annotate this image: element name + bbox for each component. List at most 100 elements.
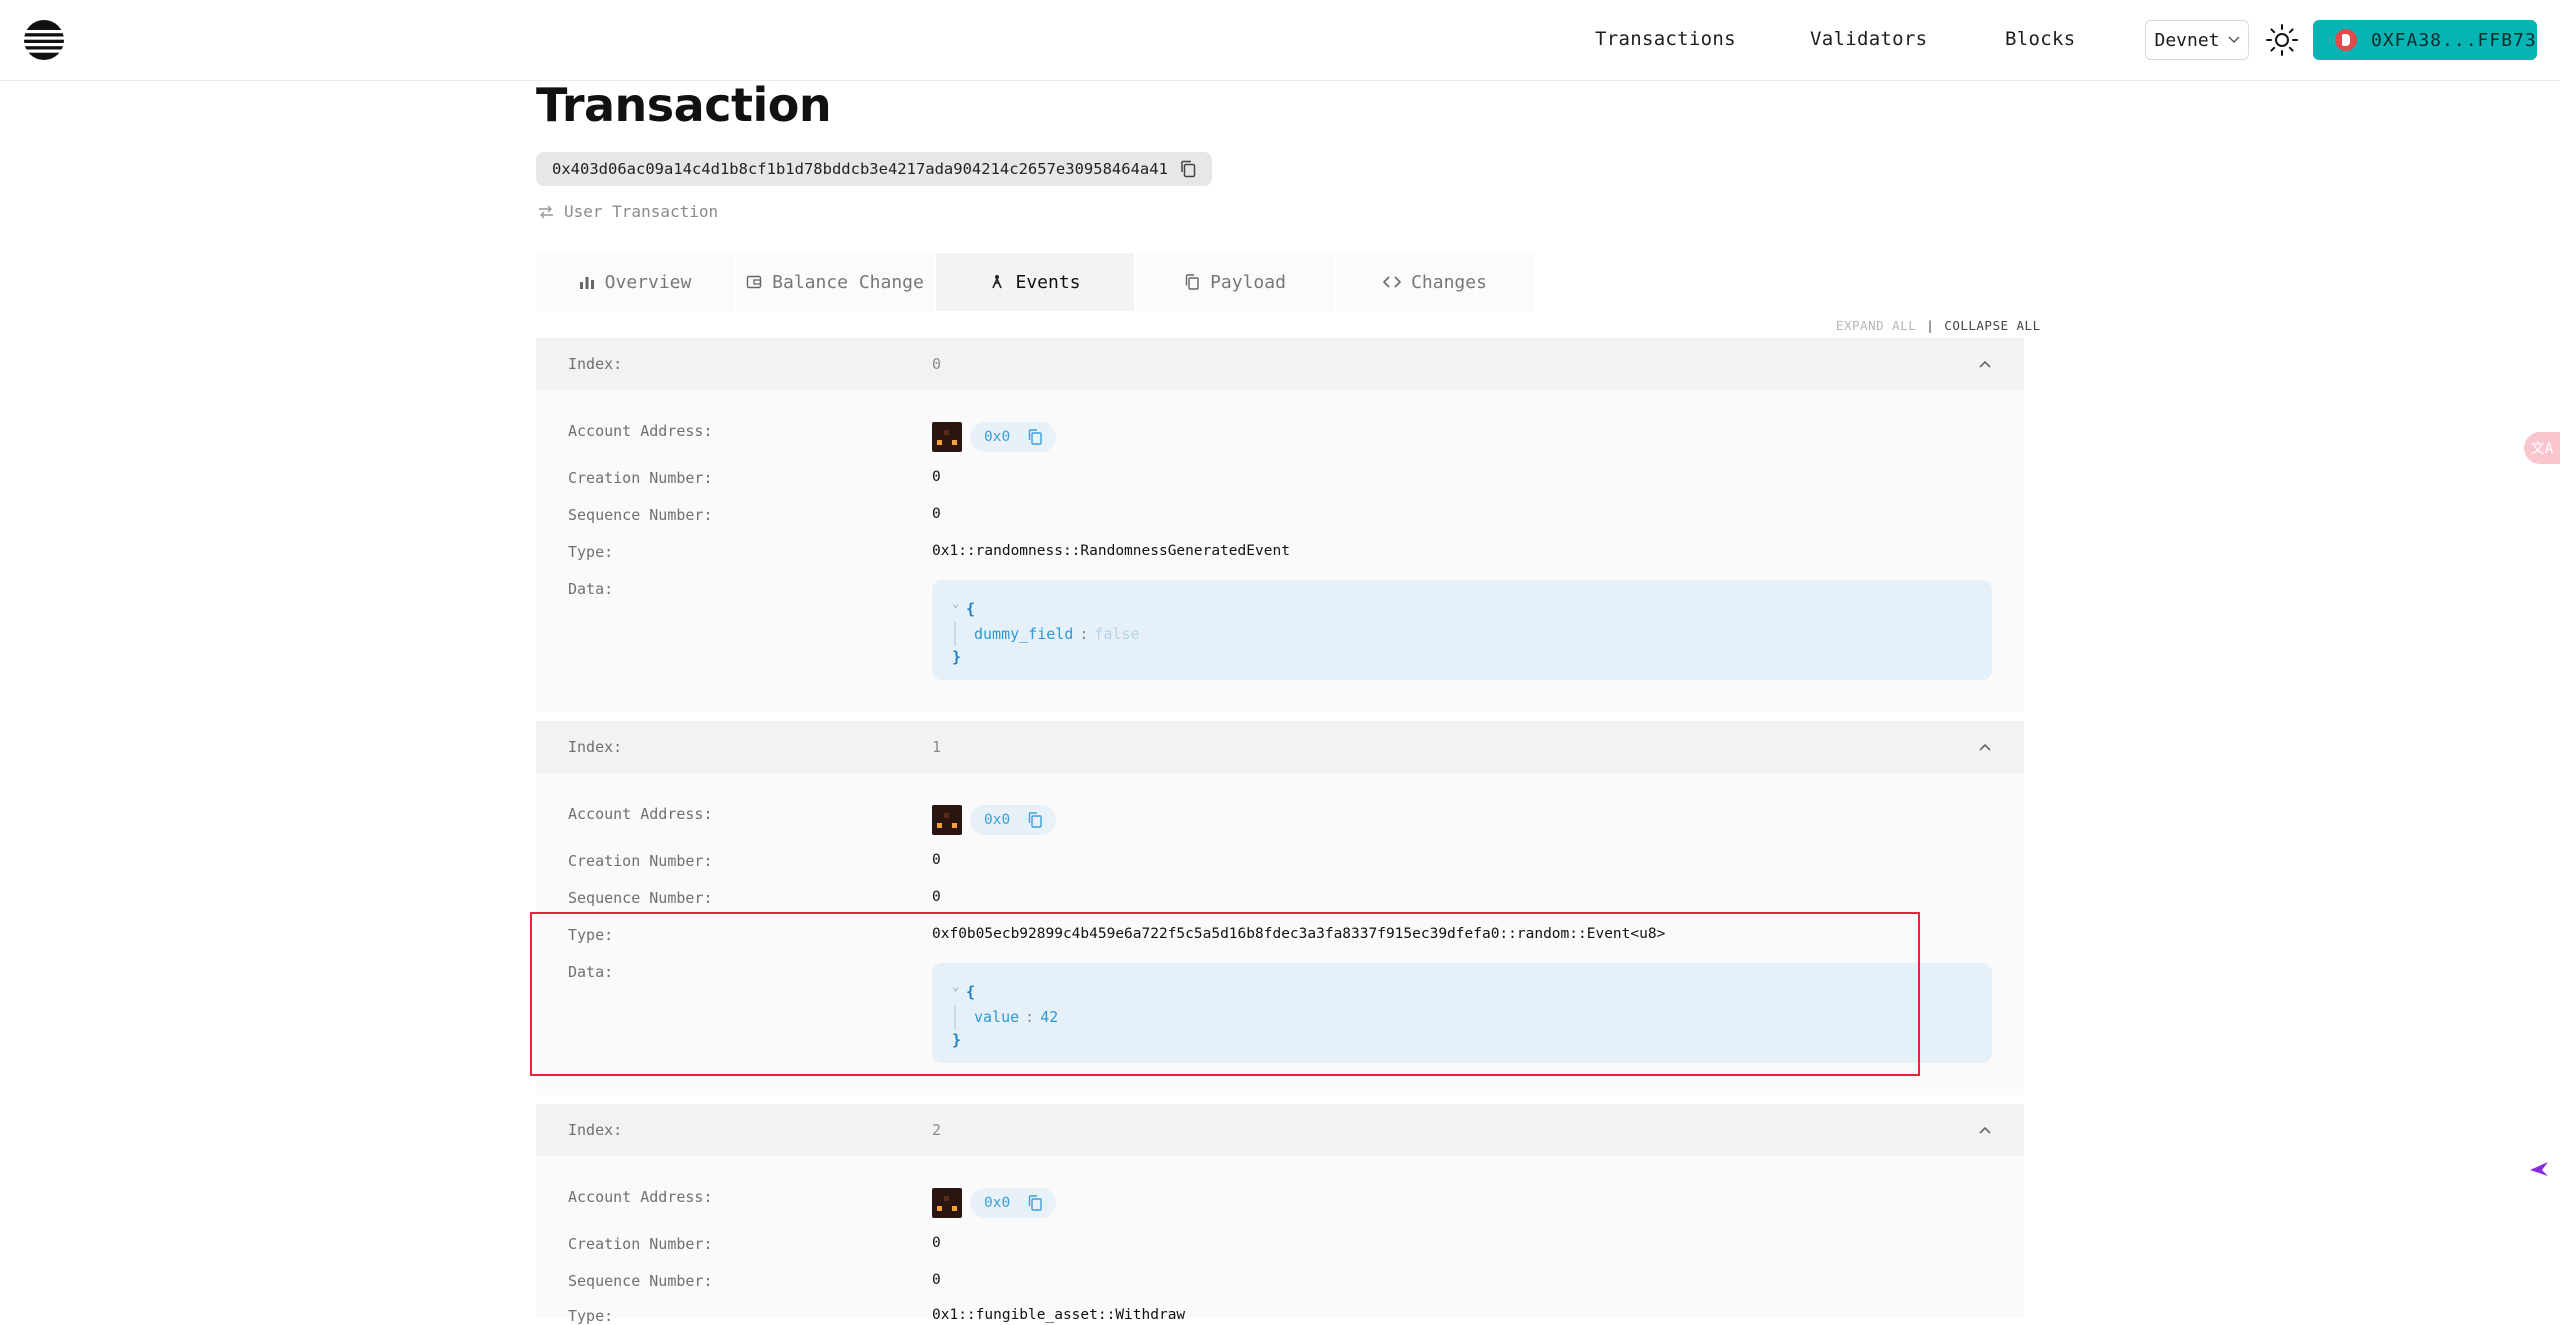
copy-icon[interactable] xyxy=(1180,160,1196,178)
account-address-label: Account Address: xyxy=(568,422,713,440)
account-avatar xyxy=(932,422,962,452)
type-value: 0x1::randomness::RandomnessGeneratedEven… xyxy=(932,543,1290,559)
address-value: 0x0 xyxy=(984,1195,1011,1211)
account-address-label: Account Address: xyxy=(568,1188,713,1206)
collapse-caret-icon[interactable]: ⌄ xyxy=(952,596,959,610)
creation-number-label: Creation Number: xyxy=(568,1235,713,1253)
type-label: Type: xyxy=(568,1307,614,1325)
nav-validators[interactable]: Validators xyxy=(1810,28,1927,50)
type-value: 0xf0b05ecb92899c4b459e6a722f5c5a5d16b8fd… xyxy=(932,926,1666,942)
collapse-caret-icon[interactable]: ⌄ xyxy=(952,979,959,993)
type-value: 0x1::fungible_asset::Withdraw xyxy=(932,1307,1186,1323)
json-close-brace: } xyxy=(952,1031,962,1049)
sequence-number-value: 0 xyxy=(932,889,941,905)
tab-label: Payload xyxy=(1210,271,1286,293)
events-icon xyxy=(992,275,1003,289)
chevron-up-icon[interactable] xyxy=(1978,1123,1992,1137)
tab-overview[interactable]: Overview xyxy=(536,253,734,311)
event-card: Index: 2 Account Address: 0x0 Creation N… xyxy=(536,1104,2024,1325)
chevron-up-icon[interactable] xyxy=(1978,357,1992,371)
copy-icon[interactable] xyxy=(1028,812,1042,828)
address-chip[interactable]: 0x0 xyxy=(970,422,1057,452)
json-entry: dummy_field: false xyxy=(974,625,1140,643)
bird-logo-icon[interactable] xyxy=(2528,1158,2550,1180)
json-viewer: ⌄ { value:42 } xyxy=(932,963,1992,1063)
sequence-number-label: Sequence Number: xyxy=(568,1272,713,1290)
copy-icon[interactable] xyxy=(1028,1195,1042,1211)
translate-label: 文A xyxy=(2530,441,2554,457)
index-value: 1 xyxy=(932,738,942,756)
json-close-brace: } xyxy=(952,648,962,666)
tab-label: Balance Change xyxy=(772,271,924,293)
transaction-type: User Transaction xyxy=(538,202,718,221)
tab-payload[interactable]: Payload xyxy=(1136,253,1334,311)
event-card: Index: 0 Account Address: 0x0 Creation N… xyxy=(536,338,2024,712)
data-label: Data: xyxy=(568,580,614,598)
nav-blocks[interactable]: Blocks xyxy=(2005,28,2075,50)
tab-balance-change[interactable]: Balance Change xyxy=(736,253,934,311)
json-entry: value:42 xyxy=(974,1008,1058,1026)
index-value: 2 xyxy=(932,1121,942,1139)
network-select[interactable]: Devnet xyxy=(2145,20,2249,60)
sequence-number-label: Sequence Number: xyxy=(568,506,713,524)
expand-collapse-controls: EXPAND ALL | COLLAPSE ALL xyxy=(1836,318,2041,333)
index-value: 0 xyxy=(932,355,942,373)
sequence-number-value: 0 xyxy=(932,1272,941,1288)
sequence-number-label: Sequence Number: xyxy=(568,889,713,907)
creation-number-value: 0 xyxy=(932,1235,941,1251)
address-value: 0x0 xyxy=(984,429,1011,445)
event-header[interactable]: Index: 0 xyxy=(536,338,2024,390)
copy-icon[interactable] xyxy=(1028,429,1042,445)
address-chip[interactable]: 0x0 xyxy=(970,805,1057,835)
event-card: Index: 1 Account Address: 0x0 Creation N… xyxy=(536,721,2024,1095)
swap-arrows-icon xyxy=(539,205,553,218)
json-open-brace: { xyxy=(966,600,976,618)
creation-number-value: 0 xyxy=(932,852,941,868)
json-indent-line xyxy=(954,1005,956,1029)
address-chip[interactable]: 0x0 xyxy=(970,1188,1057,1218)
index-label: Index: xyxy=(568,1121,623,1139)
account-avatar xyxy=(932,805,962,835)
expand-all-button[interactable]: EXPAND ALL xyxy=(1836,318,1916,333)
network-label: Devnet xyxy=(2154,29,2220,51)
copy-file-icon xyxy=(1185,274,1199,290)
account-address: 0x0 xyxy=(932,805,1057,835)
json-colon: : xyxy=(1025,1008,1035,1026)
page-title: Transaction xyxy=(536,78,832,132)
json-value: false xyxy=(1094,625,1140,643)
tab-changes[interactable]: Changes xyxy=(1336,253,1534,311)
json-colon: : xyxy=(1079,625,1089,643)
transaction-tabs: Overview Balance Change Events Payload C… xyxy=(536,253,1534,311)
sequence-number-value: 0 xyxy=(932,506,941,522)
tab-label: Events xyxy=(1015,271,1081,293)
json-viewer: ⌄ { dummy_field: false } xyxy=(932,580,1992,680)
chevron-up-icon[interactable] xyxy=(1978,740,1992,754)
collapse-all-button[interactable]: COLLAPSE ALL xyxy=(1944,318,2040,333)
json-value: 42 xyxy=(1040,1008,1059,1026)
tab-label: Overview xyxy=(604,271,692,293)
account-address: 0x0 xyxy=(932,422,1057,452)
nav-transactions[interactable]: Transactions xyxy=(1595,28,1736,50)
transaction-hash-chip: 0x403d06ac09a14c4d1b8cf1b1d78bddcb3e4217… xyxy=(536,152,1212,186)
wallet-button[interactable]: 0XFA38...FFB73 xyxy=(2313,20,2537,60)
json-key: dummy_field xyxy=(974,625,1074,643)
json-open-brace: { xyxy=(966,983,976,1001)
code-icon xyxy=(1383,276,1402,288)
aptos-logo-icon[interactable] xyxy=(22,18,66,62)
wallet-icon xyxy=(746,275,762,289)
index-label: Index: xyxy=(568,738,623,756)
type-label: Type: xyxy=(568,543,614,561)
wallet-address: 0XFA38...FFB73 xyxy=(2371,29,2537,51)
sun-icon[interactable] xyxy=(2262,20,2302,60)
type-label: Type: xyxy=(568,926,614,944)
top-navbar: Transactions Validators Blocks Devnet 0X… xyxy=(0,0,2560,81)
event-header[interactable]: Index: 2 xyxy=(536,1104,2024,1156)
event-header[interactable]: Index: 1 xyxy=(536,721,2024,773)
json-indent-line xyxy=(954,622,956,646)
translate-widget-icon[interactable]: 文A xyxy=(2524,432,2560,464)
account-avatar xyxy=(932,1188,962,1218)
bar-chart-icon xyxy=(579,277,594,289)
tab-events[interactable]: Events xyxy=(936,253,1134,311)
creation-number-value: 0 xyxy=(932,469,941,485)
creation-number-label: Creation Number: xyxy=(568,852,713,870)
